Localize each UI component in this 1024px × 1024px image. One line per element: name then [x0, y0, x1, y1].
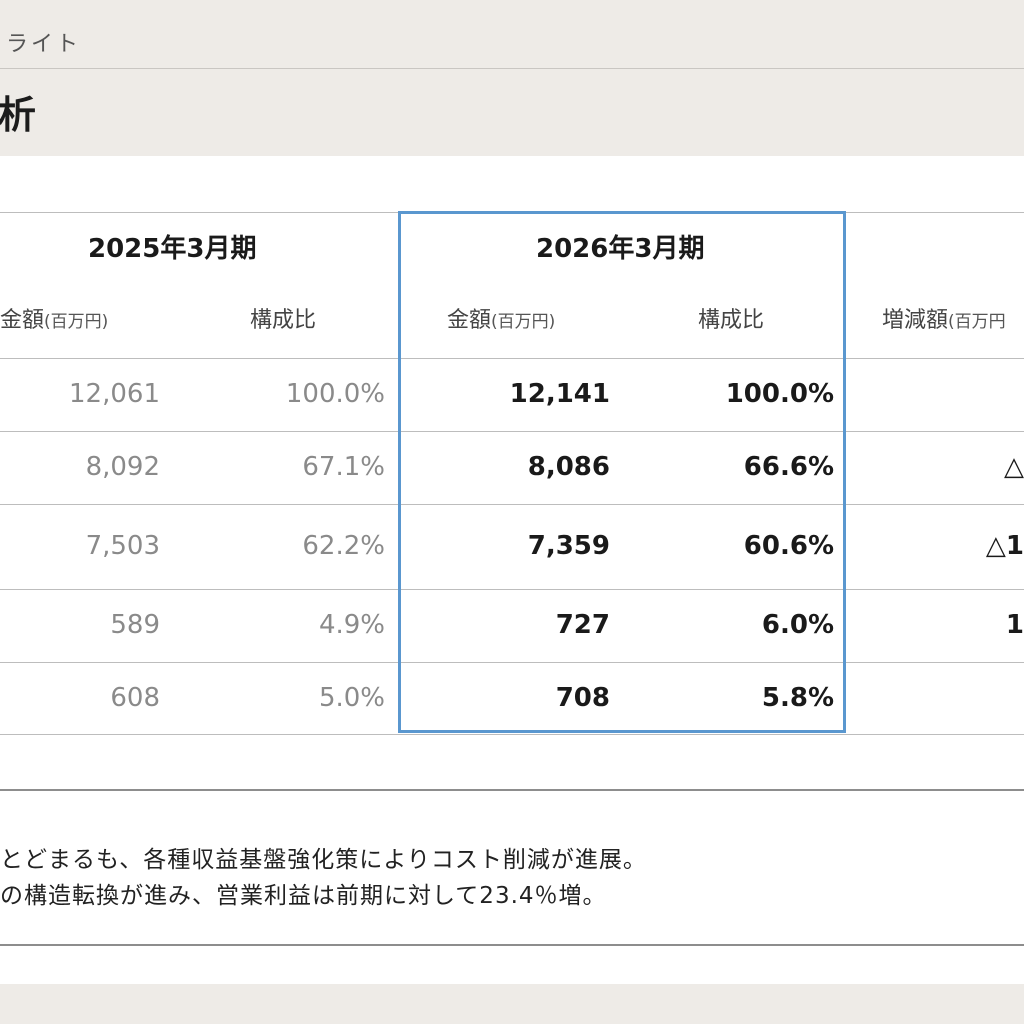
subheader-cur-amount-unit: (百万円): [491, 312, 556, 332]
row-1-prev-ratio: 67.1%: [302, 452, 385, 482]
subheader-prev-ratio: 構成比: [250, 308, 317, 333]
period-header-cur: 2026年3月期: [536, 234, 705, 264]
row-0-cur-ratio: 100.0%: [725, 379, 834, 409]
notes-bottom-rule: [0, 944, 1024, 946]
subheader-diff-amount-unit: (百万円: [948, 312, 1006, 332]
table-bottom-rule: [0, 734, 1024, 735]
subheader-diff-amount-label: 増減額: [882, 308, 949, 333]
row-divider: [0, 589, 1024, 590]
subheader-cur-ratio: 構成比: [698, 308, 765, 333]
page-title: 析: [0, 93, 37, 137]
row-0-prev-amount: 12,061: [69, 379, 160, 409]
table-top-rule: [0, 212, 1024, 213]
row-1-cur-amount: 8,086: [527, 452, 610, 482]
subheader-cur-amount: 金額(百万円): [447, 310, 555, 332]
row-0-cur-amount: 12,141: [509, 379, 610, 409]
section-label: ライト: [6, 32, 82, 57]
subheader-prev-amount-unit: (百万円): [44, 312, 109, 332]
row-2-cur-ratio: 60.6%: [743, 531, 834, 561]
row-3-prev-ratio: 4.9%: [318, 610, 385, 640]
row-2-prev-ratio: 62.2%: [302, 531, 385, 561]
row-0-prev-ratio: 100.0%: [285, 379, 385, 409]
row-3-diff: 1: [1005, 610, 1024, 640]
row-divider: [0, 431, 1024, 432]
row-1-diff: △: [1004, 452, 1024, 482]
subheader-cur-amount-label: 金額: [447, 308, 492, 333]
row-4-cur-ratio: 5.8%: [761, 683, 834, 713]
row-1-cur-ratio: 66.6%: [743, 452, 834, 482]
period-header-prev: 2025年3月期: [88, 234, 257, 264]
row-3-prev-amount: 589: [110, 610, 160, 640]
header-bottom-rule: [0, 358, 1024, 359]
row-3-cur-ratio: 6.0%: [761, 610, 834, 640]
notes-top-rule: [0, 789, 1024, 791]
row-3-cur-amount: 727: [555, 610, 610, 640]
header-divider: [0, 68, 1024, 69]
page: ライト 析 2025年3月期 2026年3月期 金額(百万円) 構成比 金額(百…: [0, 0, 1024, 1024]
row-2-diff: △1: [985, 531, 1024, 561]
row-divider: [0, 504, 1024, 505]
subheader-prev-amount-label: 金額: [0, 308, 45, 333]
row-divider: [0, 662, 1024, 663]
row-1-prev-amount: 8,092: [85, 452, 160, 482]
row-4-cur-amount: 708: [555, 683, 610, 713]
row-2-cur-amount: 7,359: [527, 531, 610, 561]
row-4-prev-amount: 608: [110, 683, 160, 713]
subheader-prev-amount: 金額(百万円): [0, 310, 108, 332]
note-line-2: の構造転換が進み、営業利益は前期に対して23.4％増。: [0, 883, 607, 909]
row-4-prev-ratio: 5.0%: [318, 683, 385, 713]
subheader-diff-amount: 増減額(百万円: [882, 310, 1006, 332]
note-line-1: とどまるも、各種収益基盤強化策によりコスト削減が進展。: [0, 847, 647, 873]
row-2-prev-amount: 7,503: [85, 531, 160, 561]
